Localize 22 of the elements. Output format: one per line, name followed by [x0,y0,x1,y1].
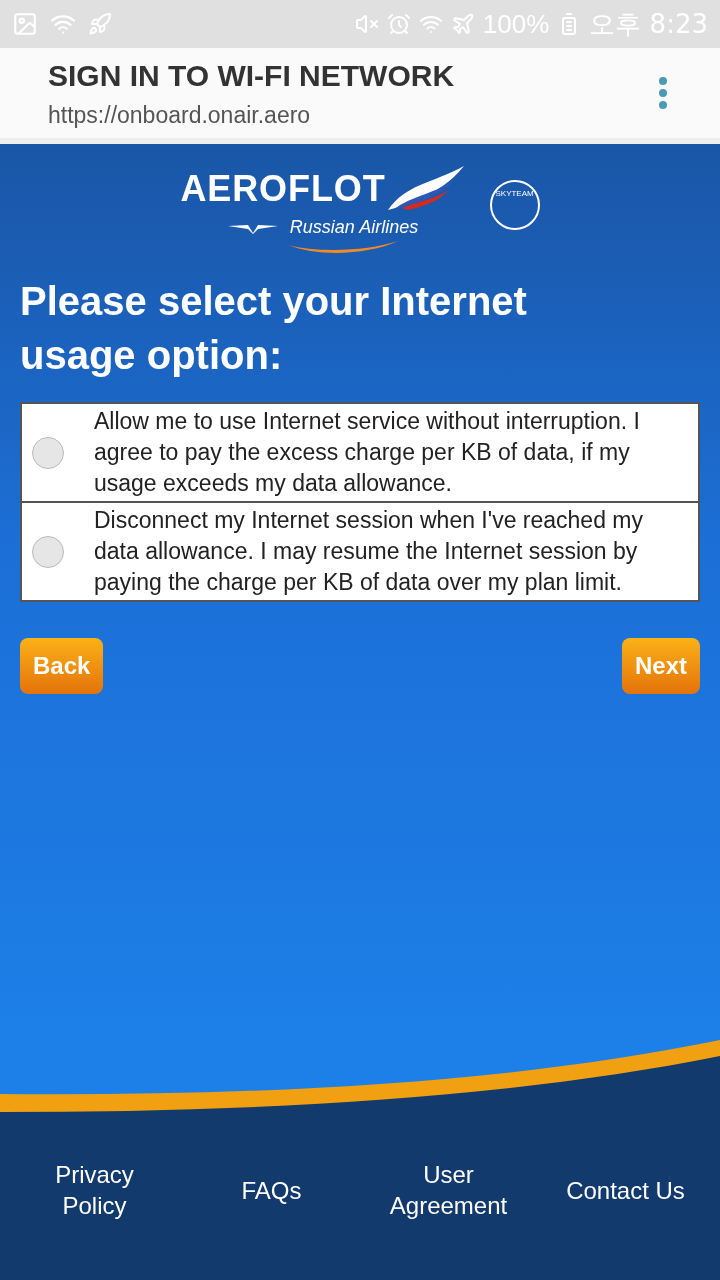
footer-link[interactable]: FAQs [183,1174,360,1206]
airplane-icon [450,12,475,36]
window-title: SIGN IN TO WI-FI NETWORK [48,58,455,95]
footer-link[interactable]: Contact Us [537,1174,714,1206]
rocket-icon [88,12,112,36]
option-row[interactable]: Allow me to use Internet service without interruption. I agree to pay the excess charge per KB of data, if my usage exceeds my data allowance. [22,404,698,501]
footer-link[interactable]: User Agreement [360,1159,537,1221]
radio-button[interactable] [32,535,64,568]
option-label: Allow me to use Internet service without interruption. I agree to pay the excess charge per KB of data, if my usage exceeds my data allowance. [93,407,641,498]
picture-icon [12,11,38,37]
radio-button[interactable] [32,436,64,469]
more-options-icon[interactable] [658,76,668,110]
brand-logo-text: AEROFLOT [180,171,386,207]
logo-tagline: Russian Airlines [289,216,419,239]
alarm-icon [386,12,411,36]
footer-link[interactable]: Privacy Policy [6,1159,183,1221]
page-url: https://onboard.onair.aero [48,101,312,131]
alliance-logo-text: SKYTEAM [495,188,534,200]
option-row[interactable]: Disconnect my Internet session when I've reached my data allowance. I may resume the Internet session by paying the charge per KB of data over my plan limit. [22,501,698,600]
page-heading: Please select your Internet usage option: [19,278,528,379]
option-label: Disconnect my Internet session when I've reached my data allowance. I may resume the Internet session by paying the charge per KB of data over my plan limit. [93,506,644,597]
mute-icon [354,12,379,36]
